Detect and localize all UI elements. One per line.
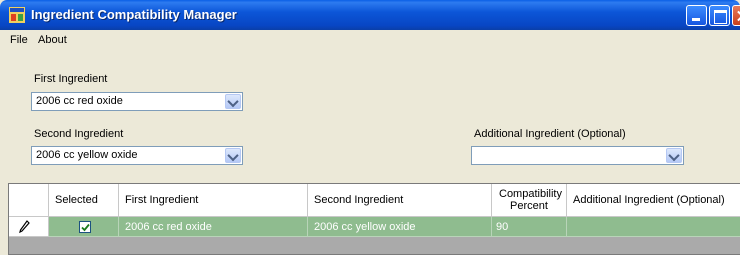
first-ingredient-value: 2006 cc red oxide — [36, 95, 123, 107]
first-ingredient-label: First Ingredient — [34, 73, 108, 85]
second-ingredient-label: Second Ingredient — [34, 128, 124, 140]
menu-file[interactable]: File — [6, 34, 32, 46]
menu-about[interactable]: About — [34, 34, 71, 46]
additional-ingredient-label: Additional Ingredient (Optional) — [474, 128, 626, 140]
column-header-label: First Ingredient — [125, 194, 199, 206]
column-header-compatibility-percent[interactable]: Compatibility Percent — [492, 184, 567, 217]
title-bar[interactable]: Ingredient Compatibility Manager — [0, 0, 740, 30]
second-ingredient-value: 2006 cc yellow oxide — [36, 149, 138, 161]
maximize-button[interactable] — [709, 5, 730, 26]
column-header-label: Second Ingredient — [314, 194, 404, 206]
pencil-icon — [19, 220, 30, 234]
compatibility-grid[interactable]: Selected First Ingredient Second Ingredi… — [8, 183, 740, 255]
minimize-button[interactable] — [686, 5, 707, 26]
menu-bar: File About — [0, 30, 740, 52]
cell-first-ingredient[interactable]: 2006 cc red oxide — [119, 217, 308, 237]
checkmark-icon — [81, 223, 90, 232]
table-row[interactable]: 2006 cc red oxide 2006 cc yellow oxide 9… — [9, 217, 740, 237]
cell-selected[interactable] — [49, 217, 119, 237]
first-ingredient-select[interactable]: 2006 cc red oxide — [31, 92, 243, 111]
column-header-label: Compatibility Percent — [499, 188, 562, 212]
window-title: Ingredient Compatibility Manager — [31, 7, 237, 22]
cell-additional-ingredient[interactable] — [567, 217, 740, 237]
close-button[interactable] — [732, 5, 740, 26]
chevron-down-icon[interactable] — [666, 148, 682, 163]
cell-second-ingredient[interactable]: 2006 cc yellow oxide — [308, 217, 492, 237]
selected-checkbox[interactable] — [79, 221, 91, 233]
column-header-selected[interactable]: Selected — [49, 184, 119, 217]
second-ingredient-select[interactable]: 2006 cc yellow oxide — [31, 146, 243, 165]
column-header-label: Additional Ingredient (Optional) — [573, 194, 725, 206]
column-header-additional-ingredient[interactable]: Additional Ingredient (Optional) — [567, 184, 740, 217]
grid-header: Selected First Ingredient Second Ingredi… — [9, 184, 740, 217]
column-header-label: Selected — [55, 194, 98, 206]
cell-compatibility-percent[interactable]: 90 — [492, 217, 567, 237]
chevron-down-icon[interactable] — [225, 148, 241, 163]
additional-ingredient-select[interactable] — [471, 146, 684, 165]
row-header-corner — [9, 184, 49, 217]
row-header[interactable] — [9, 217, 49, 237]
chevron-down-icon[interactable] — [225, 94, 241, 109]
column-header-first-ingredient[interactable]: First Ingredient — [119, 184, 308, 217]
app-icon — [9, 7, 25, 23]
column-header-second-ingredient[interactable]: Second Ingredient — [308, 184, 492, 217]
